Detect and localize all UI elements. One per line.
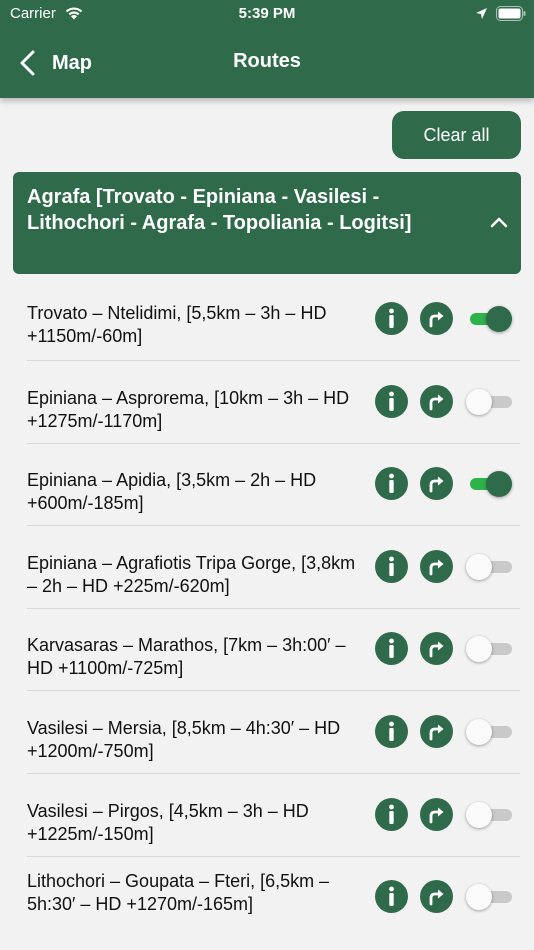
info-button[interactable] (375, 715, 408, 748)
info-icon (389, 721, 394, 741)
turn-right-arrow-icon (429, 889, 444, 906)
info-button[interactable] (375, 467, 408, 500)
directions-button[interactable] (420, 550, 453, 583)
directions-button[interactable] (420, 798, 453, 831)
turn-right-arrow-icon (429, 724, 444, 741)
route-toggle[interactable] (466, 719, 512, 745)
route-toggle[interactable] (466, 636, 512, 662)
route-row: Lithochori – Goupata – Fteri, [6,5km – 5… (0, 856, 534, 939)
route-row: Vasilesi – Pirgos, [4,5km – 3h – HD +122… (0, 774, 534, 857)
route-toggle[interactable] (466, 554, 512, 580)
route-label: Epiniana – Agrafiotis Tripa Gorge, [3,8k… (27, 553, 356, 596)
route-toggle[interactable] (466, 389, 512, 415)
route-label: Epiniana – Apidia, [3,5km – 2h – HD +600… (27, 470, 317, 513)
section-title: Agrafa [Trovato - Epiniana - Vasilesi - … (27, 186, 412, 234)
turn-right-arrow-icon (429, 807, 444, 824)
route-label: Lithochori – Goupata – Fteri, [6,5km – 5… (27, 871, 330, 914)
section-header[interactable]: Agrafa [Trovato - Epiniana - Vasilesi - … (13, 172, 521, 274)
top-bar: Carrier 5:39 PM Map Routes (0, 0, 534, 98)
info-icon (389, 804, 394, 824)
info-button[interactable] (375, 302, 408, 335)
route-row: Epiniana – Agrafiotis Tripa Gorge, [3,8k… (0, 526, 534, 609)
route-label: Vasilesi – Pirgos, [4,5km – 3h – HD +122… (27, 801, 309, 844)
info-button[interactable] (375, 550, 408, 583)
turn-right-arrow-icon (429, 559, 444, 576)
turn-right-arrow-icon (429, 641, 444, 658)
route-row: Epiniana – Apidia, [3,5km – 2h – HD +600… (0, 443, 534, 526)
directions-button[interactable] (420, 385, 453, 418)
info-icon (389, 391, 394, 411)
route-row: Karvasaras – Marathos, [7km – 3h:00′ – H… (0, 608, 534, 691)
toggle-knob (466, 636, 492, 662)
battery-icon (496, 6, 526, 21)
route-row: Vasilesi – Mersia, [8,5km – 4h:30′ – HD … (0, 691, 534, 774)
toggle-knob (466, 884, 492, 910)
route-label: Trovato – Ntelidimi, [5,5km – 3h – HD +1… (27, 303, 327, 346)
status-time: 5:39 PM (238, 5, 296, 22)
info-icon (389, 556, 394, 576)
route-label: Vasilesi – Mersia, [8,5km – 4h:30′ – HD … (27, 718, 341, 761)
directions-button[interactable] (420, 880, 453, 913)
page-title: Routes (233, 50, 301, 72)
location-icon (476, 8, 487, 19)
clear-all-label: Clear all (423, 124, 490, 145)
info-icon (389, 473, 394, 493)
directions-button[interactable] (420, 302, 453, 335)
status-bar: Carrier 5:39 PM (0, 0, 534, 30)
toggle-knob (486, 306, 512, 332)
info-button[interactable] (375, 798, 408, 831)
toggle-knob (466, 389, 492, 415)
toggle-knob (466, 719, 492, 745)
turn-right-arrow-icon (429, 476, 444, 493)
turn-right-arrow-icon (429, 311, 444, 328)
info-button[interactable] (375, 880, 408, 913)
info-button[interactable] (375, 632, 408, 665)
clear-all-button[interactable]: Clear all (392, 111, 521, 159)
navigation-bar: Map Routes (0, 40, 534, 86)
info-button[interactable] (375, 385, 408, 418)
chevron-up-icon (490, 217, 508, 228)
route-toggle[interactable] (466, 471, 512, 497)
directions-button[interactable] (420, 467, 453, 500)
toggle-knob (466, 802, 492, 828)
directions-button[interactable] (420, 715, 453, 748)
turn-right-arrow-icon (429, 394, 444, 411)
info-icon (389, 308, 394, 328)
toggle-knob (466, 554, 492, 580)
route-toggle[interactable] (466, 802, 512, 828)
route-label: Karvasaras – Marathos, [7km – 3h:00′ – H… (27, 635, 346, 678)
route-toggle[interactable] (466, 306, 512, 332)
toggle-knob (486, 471, 512, 497)
route-row: Epiniana – Asprorema, [10km – 3h – HD +1… (0, 361, 534, 444)
info-icon (389, 638, 394, 658)
route-toggle[interactable] (466, 884, 512, 910)
directions-button[interactable] (420, 632, 453, 665)
info-icon (389, 886, 394, 906)
route-row: Trovato – Ntelidimi, [5,5km – 3h – HD +1… (0, 278, 534, 361)
route-label: Epiniana – Asprorema, [10km – 3h – HD +1… (27, 388, 350, 431)
